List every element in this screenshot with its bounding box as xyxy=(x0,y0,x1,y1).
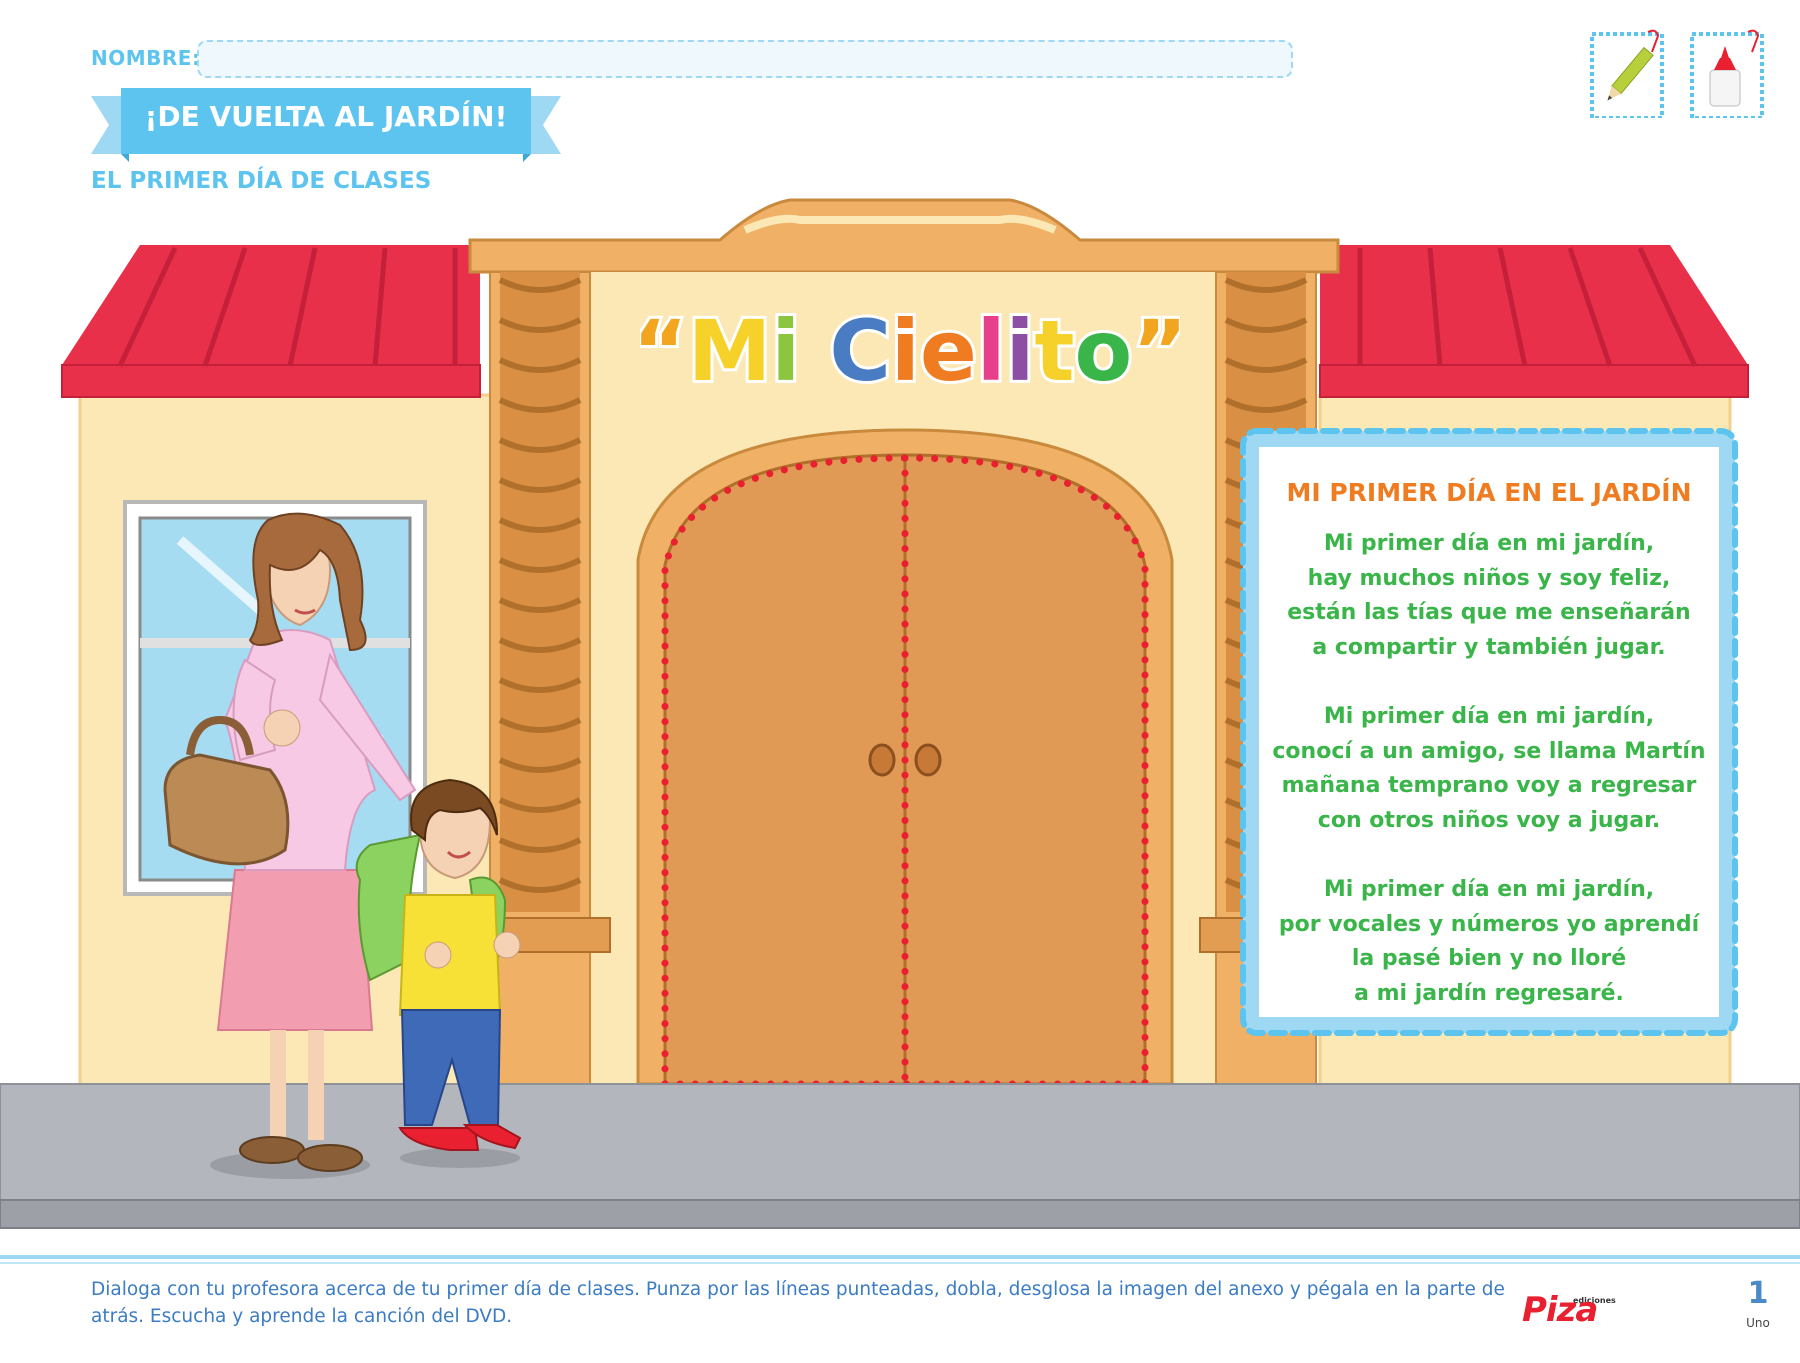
poem-line: Mi primer día en mi jardín, xyxy=(1323,531,1655,556)
poem-line: por vocales y números yo aprendí xyxy=(1278,911,1700,937)
footer-divider-thin xyxy=(0,1262,1800,1264)
publisher-logo: Piza xyxy=(1522,1290,1598,1330)
poem-line: están las tías que me enseñarán xyxy=(1287,600,1691,625)
poem-line: Mi primer día en mi jardín, xyxy=(1323,704,1655,729)
poem-line: mañana temprano voy a regresar xyxy=(1281,773,1697,798)
school-name: “Mi Cielito” xyxy=(640,302,1180,400)
poem-stanza-3: Mi primer día en mi jardín, por vocales … xyxy=(1255,873,1723,1011)
roof-left xyxy=(61,245,481,398)
roof-right xyxy=(1319,245,1749,398)
page-number: 1 xyxy=(1747,1276,1769,1311)
poem-line: a compartir y también jugar. xyxy=(1312,634,1666,660)
instructions-text: Dialoga con tu profesora acerca de tu pr… xyxy=(91,1279,1505,1327)
poem-line: a mi jardín regresaré. xyxy=(1354,980,1624,1006)
poem-line: la pasé bien y no lloré xyxy=(1351,946,1627,971)
poem-line: hay muchos niños y soy feliz, xyxy=(1307,565,1671,591)
poem-line: conocí a un amigo, se llama Martín xyxy=(1272,738,1706,764)
poem-stanza-1: Mi primer día en mi jardín, hay muchos n… xyxy=(1255,527,1723,665)
poem-line: Mi primer día en mi jardín, xyxy=(1323,877,1655,902)
poem-title: MI PRIMER DÍA EN EL JARDÍN xyxy=(1286,478,1692,507)
page-number-word: Uno xyxy=(1746,1316,1770,1330)
poem-line: con otros niños voy a jugar. xyxy=(1317,807,1661,833)
school-sign: “Mi Cielito” xyxy=(640,299,1180,403)
poem-stanza-2: Mi primer día en mi jardín, conocí a un … xyxy=(1255,700,1723,838)
footer-divider xyxy=(0,1255,1800,1259)
school-door xyxy=(636,428,1174,1088)
